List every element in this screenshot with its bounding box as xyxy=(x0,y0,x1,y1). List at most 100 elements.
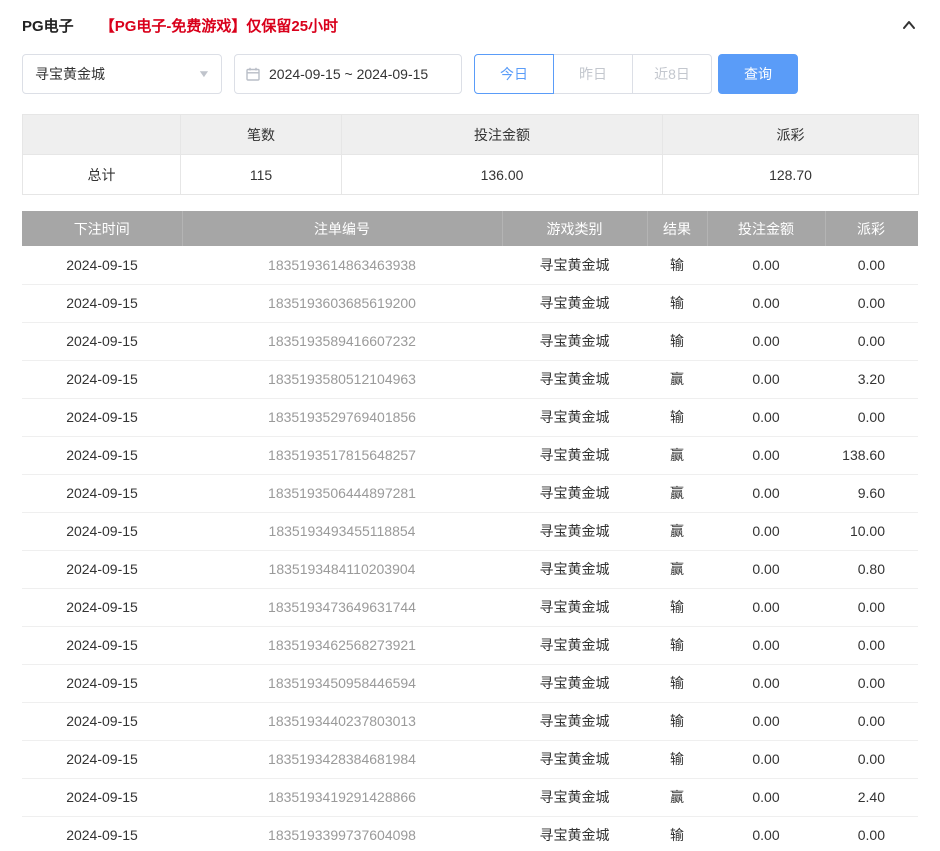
cell-bet-amount: 0.00 xyxy=(707,778,825,816)
table-row: 2024-09-15 1835193517815648257 寻宝黄金城 赢 0… xyxy=(22,436,918,474)
cell-bet-amount: 0.00 xyxy=(707,512,825,550)
cell-bet-time: 2024-09-15 xyxy=(22,664,182,702)
cell-game-type: 寻宝黄金城 xyxy=(502,512,647,550)
cell-bet-id: 1835193419291428866 xyxy=(182,778,502,816)
cell-game-type: 寻宝黄金城 xyxy=(502,626,647,664)
column-header-bet-time: 下注时间 xyxy=(22,211,182,246)
cell-bet-time: 2024-09-15 xyxy=(22,778,182,816)
cell-bet-amount: 0.00 xyxy=(707,246,825,284)
cell-result: 赢 xyxy=(647,778,707,816)
cell-result: 输 xyxy=(647,322,707,360)
cell-bet-time: 2024-09-15 xyxy=(22,322,182,360)
cell-bet-id: 1835193440237803013 xyxy=(182,702,502,740)
panel-title: PG电子 xyxy=(22,15,74,36)
cell-bet-amount: 0.00 xyxy=(707,322,825,360)
cell-result: 输 xyxy=(647,740,707,778)
cell-game-type: 寻宝黄金城 xyxy=(502,474,647,512)
quick-button-yesterday[interactable]: 昨日 xyxy=(553,54,633,94)
cell-bet-time: 2024-09-15 xyxy=(22,626,182,664)
cell-bet-amount: 0.00 xyxy=(707,626,825,664)
table-row: 2024-09-15 1835193473649631744 寻宝黄金城 输 0… xyxy=(22,588,918,626)
caret-down-icon: ▼ xyxy=(197,69,211,80)
cell-payout: 0.00 xyxy=(825,398,918,436)
cell-bet-time: 2024-09-15 xyxy=(22,284,182,322)
cell-game-type: 寻宝黄金城 xyxy=(502,284,647,322)
cell-bet-amount: 0.00 xyxy=(707,816,825,851)
cell-game-type: 寻宝黄金城 xyxy=(502,322,647,360)
cell-bet-id: 1835193493455118854 xyxy=(182,512,502,550)
cell-payout: 0.00 xyxy=(825,322,918,360)
cell-bet-id: 1835193580512104963 xyxy=(182,360,502,398)
cell-bet-time: 2024-09-15 xyxy=(22,740,182,778)
cell-bet-time: 2024-09-15 xyxy=(22,474,182,512)
cell-bet-amount: 0.00 xyxy=(707,588,825,626)
cell-bet-id: 1835193473649631744 xyxy=(182,588,502,626)
cell-bet-time: 2024-09-15 xyxy=(22,550,182,588)
filter-bar: 寻宝黄金城 ▼ 2024-09-15 ~ 2024-09-15 今日 昨日 近8… xyxy=(22,54,918,94)
cell-payout: 9.60 xyxy=(825,474,918,512)
cell-bet-time: 2024-09-15 xyxy=(22,436,182,474)
column-header-result: 结果 xyxy=(647,211,707,246)
summary-total-count: 115 xyxy=(181,155,342,195)
cell-payout: 3.20 xyxy=(825,360,918,398)
bet-table-header-row: 下注时间 注单编号 游戏类别 结果 投注金额 派彩 xyxy=(22,211,918,246)
game-select[interactable]: 寻宝黄金城 ▼ xyxy=(22,54,222,94)
table-row: 2024-09-15 1835193580512104963 寻宝黄金城 赢 0… xyxy=(22,360,918,398)
cell-game-type: 寻宝黄金城 xyxy=(502,550,647,588)
cell-game-type: 寻宝黄金城 xyxy=(502,246,647,284)
cell-result: 输 xyxy=(647,284,707,322)
table-row: 2024-09-15 1835193428384681984 寻宝黄金城 输 0… xyxy=(22,740,918,778)
cell-payout: 0.00 xyxy=(825,740,918,778)
cell-bet-time: 2024-09-15 xyxy=(22,588,182,626)
cell-result: 赢 xyxy=(647,512,707,550)
cell-result: 输 xyxy=(647,246,707,284)
cell-game-type: 寻宝黄金城 xyxy=(502,436,647,474)
cell-bet-time: 2024-09-15 xyxy=(22,702,182,740)
quick-button-last-8-days[interactable]: 近8日 xyxy=(632,54,712,94)
cell-payout: 0.00 xyxy=(825,816,918,851)
cell-bet-time: 2024-09-15 xyxy=(22,360,182,398)
cell-bet-time: 2024-09-15 xyxy=(22,246,182,284)
quick-button-today[interactable]: 今日 xyxy=(474,54,554,94)
game-select-value: 寻宝黄金城 xyxy=(35,64,105,84)
table-row: 2024-09-15 1835193493455118854 寻宝黄金城 赢 0… xyxy=(22,512,918,550)
summary-total-label: 总计 xyxy=(23,155,181,195)
cell-bet-id: 1835193462568273921 xyxy=(182,626,502,664)
table-row: 2024-09-15 1835193440237803013 寻宝黄金城 输 0… xyxy=(22,702,918,740)
cell-bet-id: 1835193484110203904 xyxy=(182,550,502,588)
cell-bet-amount: 0.00 xyxy=(707,436,825,474)
summary-total-row: 总计 115 136.00 128.70 xyxy=(23,155,919,195)
search-button[interactable]: 查询 xyxy=(718,54,798,94)
cell-bet-id: 1835193450958446594 xyxy=(182,664,502,702)
cell-game-type: 寻宝黄金城 xyxy=(502,398,647,436)
cell-bet-id: 1835193399737604098 xyxy=(182,816,502,851)
table-row: 2024-09-15 1835193450958446594 寻宝黄金城 输 0… xyxy=(22,664,918,702)
table-row: 2024-09-15 1835193614863463938 寻宝黄金城 输 0… xyxy=(22,246,918,284)
cell-game-type: 寻宝黄金城 xyxy=(502,664,647,702)
cell-payout: 0.00 xyxy=(825,588,918,626)
cell-game-type: 寻宝黄金城 xyxy=(502,816,647,851)
panel-header: PG电子 【PG电子-免费游戏】仅保留25小时 xyxy=(22,14,918,36)
cell-payout: 0.00 xyxy=(825,246,918,284)
cell-bet-id: 1835193529769401856 xyxy=(182,398,502,436)
summary-table: 笔数 投注金额 派彩 总计 115 136.00 128.70 xyxy=(22,114,919,195)
cell-result: 输 xyxy=(647,626,707,664)
summary-header-count: 笔数 xyxy=(181,115,342,155)
cell-game-type: 寻宝黄金城 xyxy=(502,778,647,816)
cell-result: 赢 xyxy=(647,474,707,512)
cell-payout: 2.40 xyxy=(825,778,918,816)
chevron-up-icon[interactable] xyxy=(900,16,918,34)
cell-bet-id: 1835193506444897281 xyxy=(182,474,502,512)
cell-payout: 0.00 xyxy=(825,664,918,702)
cell-game-type: 寻宝黄金城 xyxy=(502,740,647,778)
cell-bet-id: 1835193614863463938 xyxy=(182,246,502,284)
date-range-input[interactable]: 2024-09-15 ~ 2024-09-15 xyxy=(234,54,462,94)
cell-result: 输 xyxy=(647,816,707,851)
summary-header-row: 笔数 投注金额 派彩 xyxy=(23,115,919,155)
cell-payout: 138.60 xyxy=(825,436,918,474)
cell-bet-amount: 0.00 xyxy=(707,284,825,322)
cell-bet-id: 1835193428384681984 xyxy=(182,740,502,778)
cell-result: 输 xyxy=(647,664,707,702)
cell-bet-amount: 0.00 xyxy=(707,702,825,740)
summary-total-payout: 128.70 xyxy=(663,155,919,195)
